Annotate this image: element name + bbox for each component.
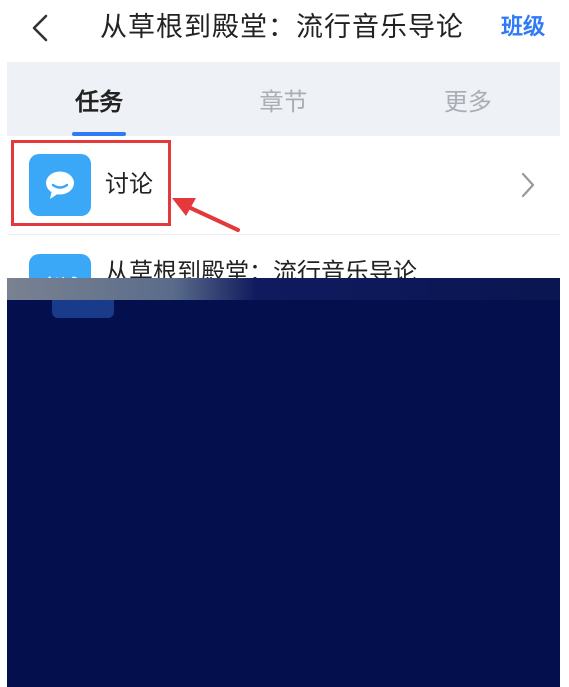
chevron-right-icon bbox=[514, 170, 542, 200]
tab-label: 章节 bbox=[259, 87, 308, 116]
dark-overlay bbox=[7, 300, 560, 687]
tab-chapters[interactable]: 章节 bbox=[191, 62, 375, 136]
class-link[interactable]: 班级 bbox=[501, 8, 545, 48]
tab-more[interactable]: 更多 bbox=[376, 62, 560, 136]
overlay-transition bbox=[7, 278, 560, 300]
list-item-discussion[interactable]: 讨论 bbox=[7, 136, 560, 235]
screen: 从草根到殿堂：流行音乐导论 班级 任务 章节 更多 讨论 从草根到殿堂：流行音乐… bbox=[0, 0, 569, 687]
top-bar: 从草根到殿堂：流行音乐导论 班级 bbox=[0, 0, 569, 56]
tab-bar: 任务 章节 更多 bbox=[7, 62, 560, 136]
item-label: 讨论 bbox=[105, 170, 153, 198]
chevron-left-icon bbox=[32, 14, 48, 42]
tab-label: 更多 bbox=[443, 87, 492, 116]
discussion-icon-tile bbox=[29, 154, 91, 216]
tab-tasks[interactable]: 任务 bbox=[7, 62, 191, 136]
back-button[interactable] bbox=[20, 8, 60, 48]
page-title: 从草根到殿堂：流行音乐导论 bbox=[100, 12, 464, 43]
chat-bubble-icon bbox=[46, 171, 74, 199]
overlay-fragment bbox=[52, 300, 114, 318]
tab-label: 任务 bbox=[75, 87, 124, 116]
